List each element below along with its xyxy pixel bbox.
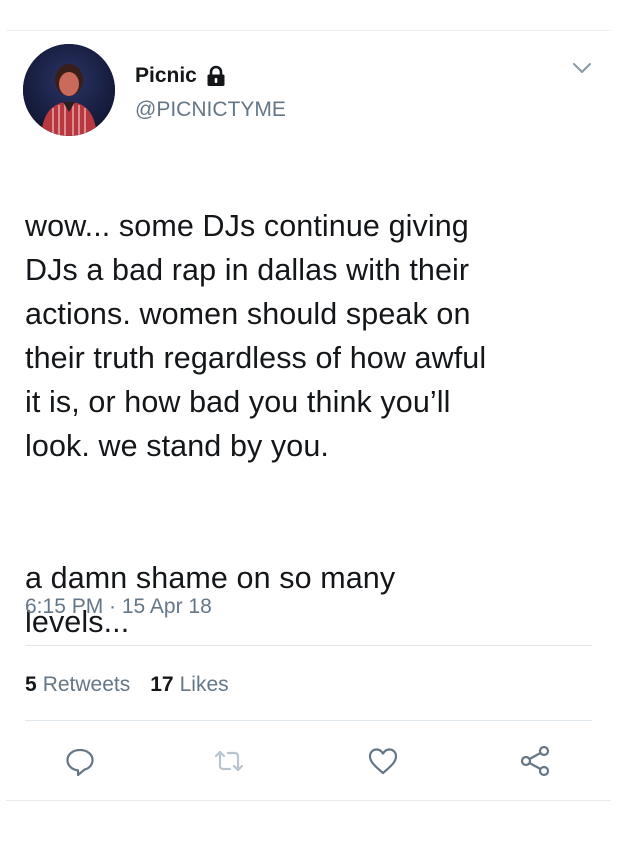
retweets-stat[interactable]: 5 Retweets: [25, 671, 130, 699]
likes-label: Likes: [179, 673, 229, 696]
engagement-stats: 5 Retweets 17 Likes: [25, 671, 229, 699]
avatar[interactable]: [23, 44, 115, 136]
likes-count: 17: [150, 673, 174, 696]
retweets-count: 5: [25, 673, 37, 696]
divider: [25, 645, 592, 646]
timestamp[interactable]: 6:15 PM · 15 Apr 18: [25, 593, 212, 621]
display-name-row: Picnic: [135, 62, 226, 90]
retweet-icon[interactable]: [212, 744, 246, 778]
likes-stat[interactable]: 17 Likes: [150, 671, 228, 699]
tweet-paragraph: wow... some DJs continue giving DJs a ba…: [25, 209, 487, 463]
user-handle[interactable]: @PICNICTYME: [135, 96, 286, 124]
display-name[interactable]: Picnic: [135, 62, 197, 90]
heart-icon[interactable]: [366, 744, 400, 778]
action-bar: [0, 744, 617, 778]
lock-icon: [206, 65, 226, 87]
chevron-down-icon[interactable]: [571, 60, 593, 76]
share-icon[interactable]: [518, 744, 552, 778]
tweet-detail: Picnic @PICNICTYME wow... some DJs conti…: [0, 0, 617, 848]
top-divider: [6, 30, 611, 31]
bottom-divider: [6, 800, 611, 801]
divider: [25, 720, 592, 721]
reply-icon[interactable]: [63, 744, 97, 778]
retweets-label: Retweets: [42, 673, 131, 696]
